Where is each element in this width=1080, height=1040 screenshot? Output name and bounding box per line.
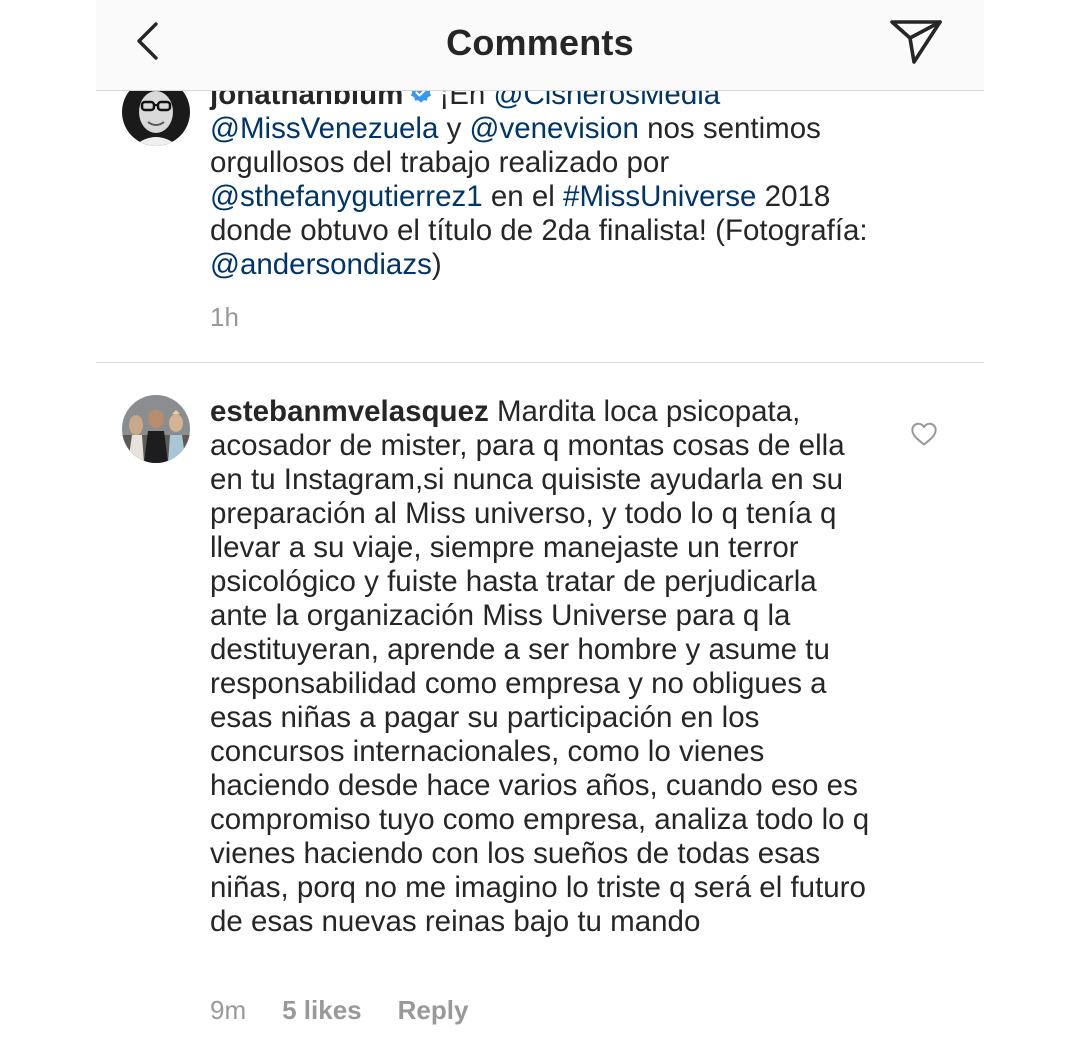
mention-link[interactable]: @andersondiazs	[210, 248, 432, 281]
mention-link[interactable]: @MissVenezuela	[210, 112, 438, 145]
comment-body: Mardita loca psicopata, acosador de mist…	[210, 395, 870, 938]
share-button[interactable]	[886, 14, 946, 70]
comment-time: 9m	[210, 995, 247, 1025]
top-navigation-bar: Comments	[96, 0, 984, 91]
heart-outline-icon	[911, 422, 937, 446]
comment-text: estebanmvelasquez Mardita loca psicopata…	[210, 395, 870, 939]
mention-link[interactable]: #MissUniverse	[563, 180, 756, 213]
page-title: Comments	[446, 22, 634, 63]
comments-list[interactable]: jonathanblum ¡En @CisnerosMedia @MissVene…	[96, 0, 984, 1040]
comment-text-segment: y	[438, 112, 470, 145]
paper-plane-icon	[890, 20, 942, 64]
comment-meta: 1h	[210, 302, 275, 333]
comment-text: jonathanblum ¡En @CisnerosMedia @MissVene…	[210, 78, 870, 282]
comment-text-segment: en el	[482, 180, 564, 213]
comment-text-segment: )	[431, 248, 442, 281]
mention-link[interactable]: @sthefanygutierrez1	[210, 180, 483, 213]
left-margin	[0, 0, 96, 1040]
reply-button[interactable]: Reply	[398, 995, 469, 1025]
likes-count[interactable]: 5 likes	[282, 995, 362, 1025]
comment-time: 1h	[210, 302, 239, 332]
comment-meta: 9m 5 likes Reply	[210, 995, 504, 1026]
avatar-estebanmvelasquez[interactable]	[122, 395, 190, 463]
comments-screen: jonathanblum ¡En @CisnerosMedia @MissVene…	[0, 0, 1080, 1040]
right-margin	[984, 0, 1080, 1040]
like-button[interactable]	[910, 420, 938, 448]
mention-link[interactable]: @venevision	[470, 112, 639, 145]
comment-username[interactable]: estebanmvelasquez	[210, 395, 489, 428]
comment-divider	[96, 362, 984, 363]
